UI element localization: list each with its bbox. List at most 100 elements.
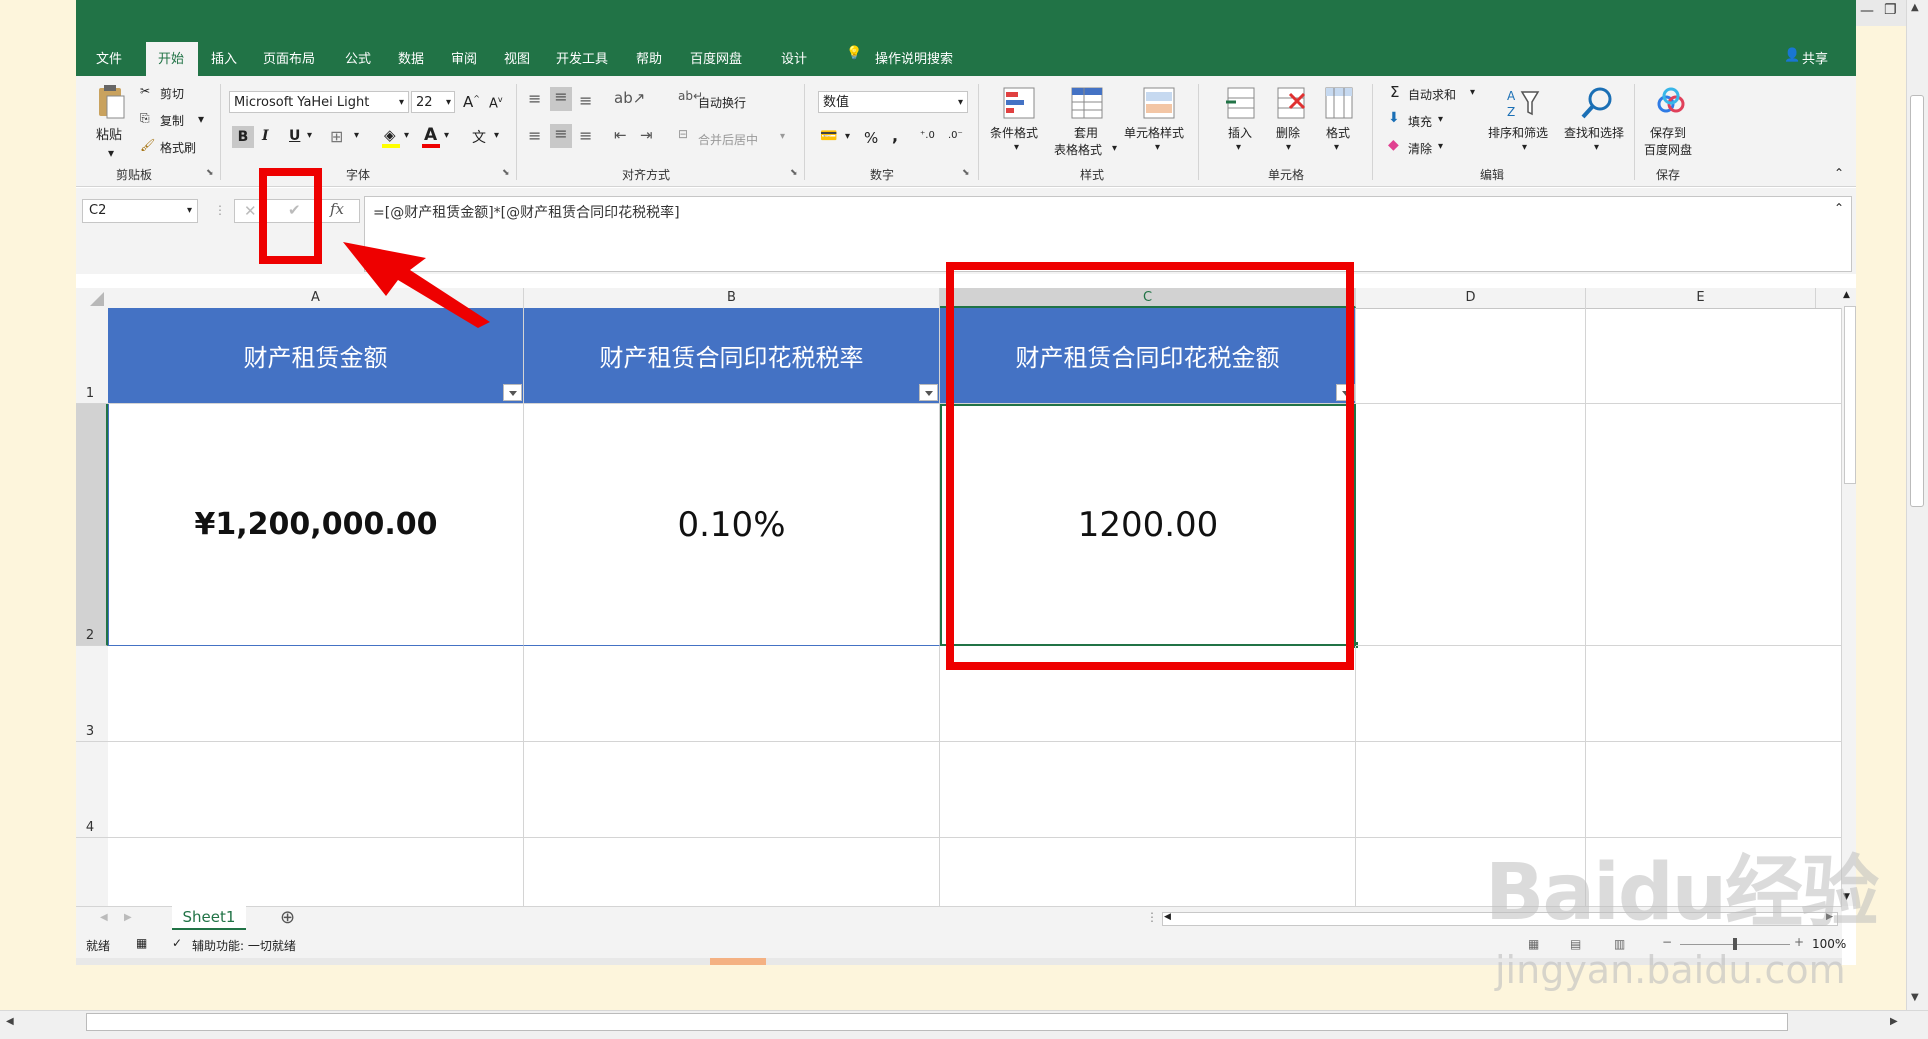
percent-style-button[interactable]: % bbox=[864, 129, 878, 147]
scroll-up-icon[interactable]: ▲ bbox=[1911, 2, 1919, 13]
column-header-e[interactable]: E bbox=[1586, 288, 1816, 308]
align-top-icon[interactable]: ≡ bbox=[528, 89, 541, 108]
delete-cells-icon[interactable] bbox=[1274, 86, 1308, 120]
tab-formulas[interactable]: 公式 bbox=[345, 48, 371, 67]
cell-a4[interactable] bbox=[108, 742, 524, 838]
cut-button[interactable]: 剪切 bbox=[160, 85, 184, 102]
collapse-ribbon-icon[interactable]: ⌃ bbox=[1834, 166, 1844, 180]
cell-styles-button[interactable]: 单元格样式 bbox=[1124, 124, 1184, 141]
share-icon[interactable]: 👤 bbox=[1784, 48, 1800, 63]
format-painter-icon[interactable]: 🖌 bbox=[140, 138, 155, 152]
cut-icon[interactable]: ✂ bbox=[140, 84, 150, 98]
number-format-dropdown[interactable]: 数值 ▾ bbox=[818, 91, 968, 113]
tab-view[interactable]: 视图 bbox=[504, 48, 530, 67]
macro-record-icon[interactable]: ▦ bbox=[136, 936, 147, 950]
prev-sheet-icon[interactable]: ◀ bbox=[100, 912, 108, 923]
sort-dropdown-icon[interactable]: ▾ bbox=[1522, 142, 1527, 153]
bold-button[interactable]: B bbox=[232, 126, 254, 148]
baidu-netdisk-icon[interactable] bbox=[1654, 86, 1688, 120]
column-header-b[interactable]: B bbox=[524, 288, 940, 308]
underline-button[interactable]: U bbox=[289, 128, 300, 144]
wrap-text-button[interactable]: 自动换行 bbox=[698, 94, 746, 111]
sheet-scroll-up-icon[interactable]: ▲ bbox=[1843, 290, 1850, 300]
increase-indent-icon[interactable]: ⇥ bbox=[640, 126, 653, 144]
cell-e3[interactable] bbox=[1586, 646, 1842, 742]
merge-center-icon[interactable]: ⊟ bbox=[678, 127, 688, 141]
number-launcher-icon[interactable]: ⬊ bbox=[962, 168, 970, 178]
align-bottom-icon[interactable]: ≡ bbox=[579, 91, 592, 110]
fill-color-icon[interactable]: ◈ bbox=[384, 126, 396, 144]
next-sheet-icon[interactable]: ▶ bbox=[124, 912, 132, 923]
tab-home[interactable]: 开始 bbox=[158, 48, 184, 67]
copy-icon[interactable]: ⎘ bbox=[140, 111, 150, 126]
cell-b2[interactable]: 0.10% bbox=[524, 404, 940, 646]
cell-b1[interactable]: 财产租赁合同印花税税率 bbox=[524, 308, 940, 404]
cell-styles-dropdown-icon[interactable]: ▾ bbox=[1155, 142, 1160, 153]
cell-a2[interactable]: ¥1,200,000.00 bbox=[108, 404, 524, 646]
clear-dropdown-icon[interactable]: ▾ bbox=[1438, 141, 1443, 152]
font-size-dropdown[interactable]: 22 ▾ bbox=[411, 91, 455, 113]
font-launcher-icon[interactable]: ⬊ bbox=[502, 168, 510, 178]
cell-d3[interactable] bbox=[1356, 646, 1586, 742]
scroll-down-icon[interactable]: ▼ bbox=[1911, 992, 1919, 1003]
accounting-dropdown-icon[interactable]: ▾ bbox=[845, 131, 850, 142]
restore-icon[interactable]: ❐ bbox=[1884, 2, 1897, 18]
cell-e1[interactable] bbox=[1586, 308, 1842, 404]
cell-e4[interactable] bbox=[1586, 742, 1842, 838]
cell-b4[interactable] bbox=[524, 742, 940, 838]
scroll-right-icon[interactable]: ▶ bbox=[1890, 1016, 1898, 1027]
tab-help[interactable]: 帮助 bbox=[636, 48, 662, 67]
paste-icon[interactable] bbox=[96, 84, 130, 119]
tab-insert[interactable]: 插入 bbox=[211, 48, 237, 67]
autosum-icon[interactable]: Σ bbox=[1390, 83, 1399, 101]
font-name-dropdown[interactable]: Microsoft YaHei Light ▾ bbox=[229, 91, 409, 113]
alignment-launcher-icon[interactable]: ⬊ bbox=[790, 168, 798, 178]
fill-dropdown-icon[interactable]: ▾ bbox=[1438, 114, 1443, 125]
insert-cells-button[interactable]: 插入 bbox=[1228, 124, 1252, 141]
conditional-dropdown-icon[interactable]: ▾ bbox=[1014, 142, 1019, 153]
cell-a5[interactable] bbox=[108, 838, 524, 906]
insert-dropdown-icon[interactable]: ▾ bbox=[1236, 142, 1241, 153]
cell-d1[interactable] bbox=[1356, 308, 1586, 404]
viewer-vertical-scroll-thumb[interactable] bbox=[1910, 95, 1924, 507]
copy-dropdown-icon[interactable]: ▾ bbox=[198, 112, 204, 126]
viewer-horizontal-scroll-thumb[interactable] bbox=[86, 1013, 1788, 1031]
insert-function-icon[interactable]: fx bbox=[330, 200, 344, 218]
row-header-3[interactable]: 3 bbox=[76, 646, 108, 742]
name-box[interactable]: C2 ▾ bbox=[82, 199, 198, 223]
row-header-1[interactable]: 1 bbox=[76, 308, 108, 404]
sort-filter-icon[interactable]: AZ bbox=[1506, 86, 1540, 120]
merge-dropdown-icon[interactable]: ▾ bbox=[780, 131, 785, 142]
borders-dropdown-icon[interactable]: ▾ bbox=[354, 130, 359, 141]
align-middle-icon[interactable]: ≡ bbox=[550, 87, 572, 111]
increase-font-icon[interactable]: A^ bbox=[463, 93, 480, 111]
comma-style-button[interactable]: , bbox=[892, 126, 898, 145]
cancel-entry-icon[interactable]: ✕ bbox=[244, 202, 257, 220]
cell-b3[interactable] bbox=[524, 646, 940, 742]
underline-dropdown-icon[interactable]: ▾ bbox=[307, 130, 312, 141]
filter-dropdown-b[interactable] bbox=[919, 384, 938, 401]
find-select-button[interactable]: 查找和选择 bbox=[1564, 124, 1624, 141]
format-dropdown-icon[interactable]: ▾ bbox=[1334, 142, 1339, 153]
save-to-netdisk-button[interactable]: 保存到 bbox=[1650, 124, 1686, 141]
delete-dropdown-icon[interactable]: ▾ bbox=[1286, 142, 1291, 153]
cell-d4[interactable] bbox=[1356, 742, 1586, 838]
conditional-formatting-icon[interactable] bbox=[1002, 86, 1036, 120]
delete-cells-button[interactable]: 删除 bbox=[1276, 124, 1300, 141]
filter-dropdown-a[interactable] bbox=[503, 384, 522, 401]
accessibility-status[interactable]: 辅助功能: 一切就绪 bbox=[192, 937, 296, 954]
tab-page-layout[interactable]: 页面布局 bbox=[263, 48, 315, 67]
fill-color-dropdown-icon[interactable]: ▾ bbox=[404, 130, 409, 141]
tab-file[interactable]: 文件 bbox=[96, 48, 122, 67]
italic-button[interactable]: I bbox=[262, 128, 269, 144]
align-center-icon[interactable]: ≡ bbox=[550, 124, 572, 148]
cell-e2[interactable] bbox=[1586, 404, 1842, 646]
sheet-scroll-left-icon[interactable]: ◀ bbox=[1164, 912, 1171, 922]
tab-data[interactable]: 数据 bbox=[398, 48, 424, 67]
table-dropdown-icon[interactable]: ▾ bbox=[1112, 143, 1117, 154]
sheet-tab-sheet1[interactable]: Sheet1 bbox=[172, 906, 246, 930]
phonetic-dropdown-icon[interactable]: ▾ bbox=[494, 130, 499, 141]
borders-icon[interactable]: ⊞ bbox=[330, 127, 343, 146]
format-painter-button[interactable]: 格式刷 bbox=[160, 139, 196, 156]
merge-center-button[interactable]: 合并后居中 bbox=[698, 131, 758, 148]
